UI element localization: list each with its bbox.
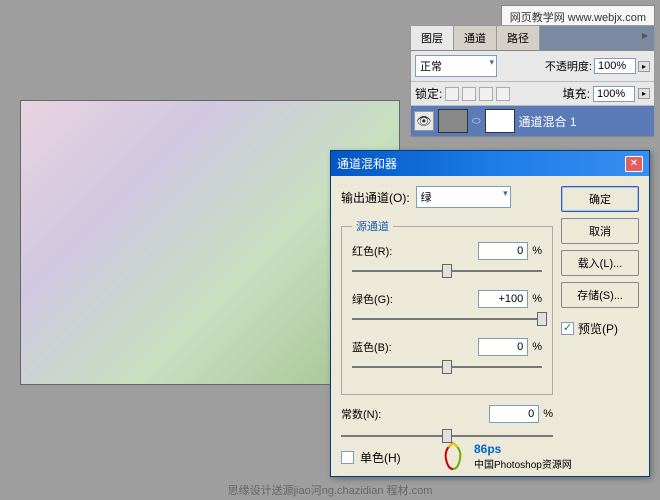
lock-all-icon[interactable] bbox=[496, 87, 510, 101]
ok-button[interactable]: 确定 bbox=[561, 186, 639, 212]
opacity-arrow-icon[interactable]: ▸ bbox=[638, 61, 650, 72]
green-slider[interactable] bbox=[352, 312, 542, 326]
output-channel-select[interactable]: 绿 bbox=[416, 186, 511, 208]
visibility-icon[interactable]: 👁 bbox=[414, 111, 434, 131]
layers-blend-row: 正常 不透明度: 100% ▸ bbox=[411, 51, 654, 82]
green-input[interactable] bbox=[478, 290, 528, 308]
preview-label: 预览(P) bbox=[578, 320, 618, 337]
layer-list: 👁 ⬭ 通道混合 1 bbox=[411, 106, 654, 137]
dialog-titlebar[interactable]: 通道混和器 ✕ bbox=[331, 151, 649, 176]
logo-brand: 86ps bbox=[474, 442, 501, 456]
layers-panel: 图层 通道 路径 ▸ 正常 不透明度: 100% ▸ 锁定: 填充: 100% … bbox=[410, 25, 655, 138]
channel-mixer-dialog: 通道混和器 ✕ 输出通道(O): 绿 源通道 红色(R): % bbox=[330, 150, 650, 477]
tab-paths[interactable]: 路径 bbox=[497, 26, 540, 50]
footer-watermark: 思缘设计送源jiao河ng.chazidian 程材.com bbox=[228, 482, 433, 498]
logo-swirl-icon bbox=[436, 439, 470, 473]
pct-label: % bbox=[532, 245, 542, 257]
tab-channels[interactable]: 通道 bbox=[454, 26, 497, 50]
fill-label: 填充: bbox=[563, 85, 590, 102]
red-slider[interactable] bbox=[352, 264, 542, 278]
pct-label: % bbox=[543, 408, 553, 420]
preview-checkbox[interactable] bbox=[561, 322, 574, 335]
blue-slider-group: 蓝色(B): % bbox=[352, 338, 542, 374]
dialog-title-text: 通道混和器 bbox=[337, 155, 397, 172]
opacity-label: 不透明度: bbox=[545, 58, 592, 74]
save-button[interactable]: 存储(S)... bbox=[561, 282, 639, 308]
fill-value[interactable]: 100% bbox=[593, 86, 635, 102]
blue-slider-thumb[interactable] bbox=[442, 360, 452, 374]
source-channels-fieldset: 源通道 红色(R): % 绿色(G): % bbox=[341, 218, 553, 395]
monochrome-checkbox[interactable] bbox=[341, 451, 354, 464]
green-slider-thumb[interactable] bbox=[537, 312, 547, 326]
watermark-logo: 86ps 中国Photoshop资源网 bbox=[436, 439, 572, 473]
monochrome-label: 单色(H) bbox=[360, 449, 401, 466]
lock-pixels-icon[interactable] bbox=[462, 87, 476, 101]
output-channel-label: 输出通道(O): bbox=[341, 189, 410, 206]
fill-arrow-icon[interactable]: ▸ bbox=[638, 88, 650, 99]
pct-label: % bbox=[532, 341, 542, 353]
source-legend: 源通道 bbox=[352, 218, 393, 234]
red-input[interactable] bbox=[478, 242, 528, 260]
red-slider-group: 红色(R): % bbox=[352, 242, 542, 278]
layer-item[interactable]: 👁 ⬭ 通道混合 1 bbox=[411, 106, 654, 137]
link-icon: ⬭ bbox=[472, 116, 481, 127]
close-icon[interactable]: ✕ bbox=[625, 156, 643, 172]
green-label: 绿色(G): bbox=[352, 291, 393, 307]
lock-row: 锁定: 填充: 100% ▸ bbox=[411, 82, 654, 106]
red-slider-thumb[interactable] bbox=[442, 264, 452, 278]
red-label: 红色(R): bbox=[352, 243, 392, 259]
constant-input[interactable] bbox=[489, 405, 539, 423]
layers-tabs: 图层 通道 路径 ▸ bbox=[411, 26, 654, 51]
pct-label: % bbox=[532, 293, 542, 305]
opacity-value[interactable]: 100% bbox=[594, 58, 636, 74]
adjustment-thumb bbox=[438, 109, 468, 133]
panel-menu-icon[interactable]: ▸ bbox=[636, 26, 654, 50]
logo-tagline: 中国Photoshop资源网 bbox=[474, 456, 572, 471]
lock-position-icon[interactable] bbox=[479, 87, 493, 101]
load-button[interactable]: 载入(L)... bbox=[561, 250, 639, 276]
cancel-button[interactable]: 取消 bbox=[561, 218, 639, 244]
constant-label: 常数(N): bbox=[341, 406, 381, 422]
green-slider-group: 绿色(G): % bbox=[352, 290, 542, 326]
lock-transparency-icon[interactable] bbox=[445, 87, 459, 101]
blue-label: 蓝色(B): bbox=[352, 339, 392, 355]
layer-name: 通道混合 1 bbox=[519, 113, 577, 130]
blue-input[interactable] bbox=[478, 338, 528, 356]
tab-layers[interactable]: 图层 bbox=[411, 26, 454, 50]
blend-mode-select[interactable]: 正常 bbox=[415, 55, 497, 77]
blue-slider[interactable] bbox=[352, 360, 542, 374]
lock-label: 锁定: bbox=[415, 85, 442, 102]
mask-thumb bbox=[485, 109, 515, 133]
